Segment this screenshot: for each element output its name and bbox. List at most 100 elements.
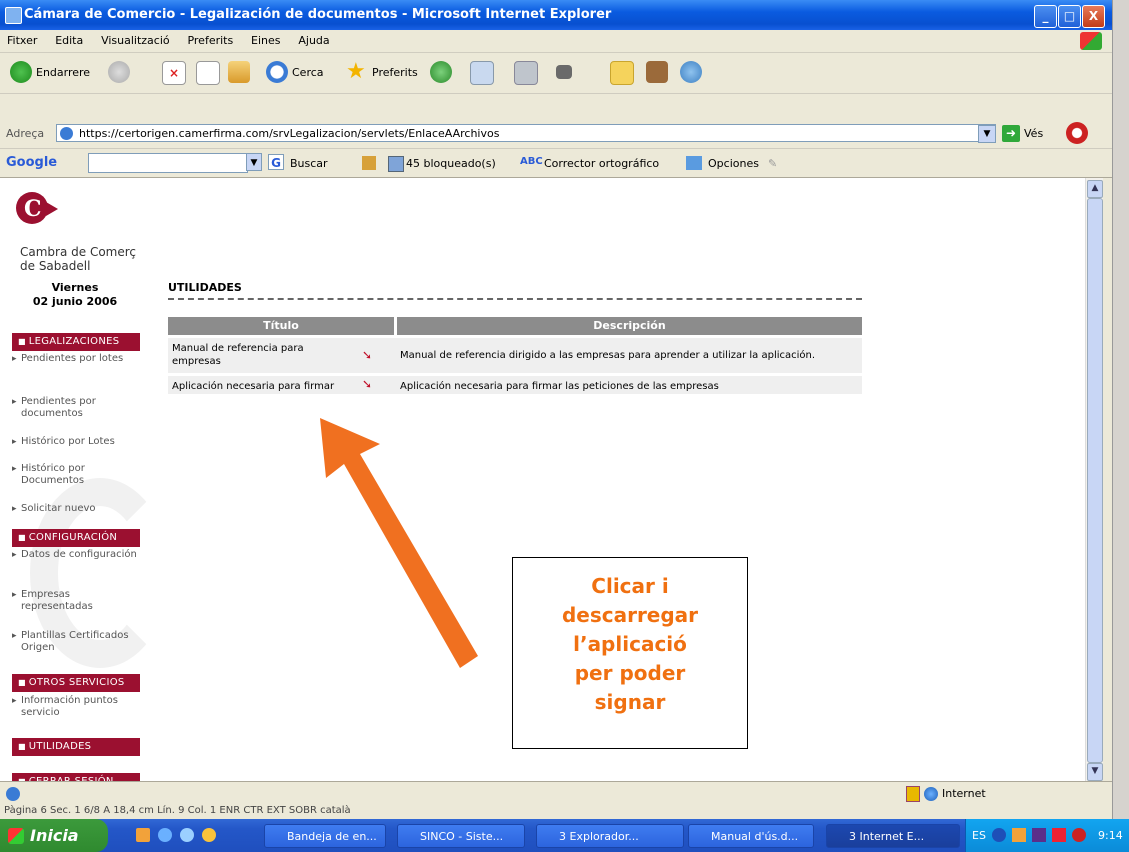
ie-window-icon[interactable]	[5, 7, 22, 24]
start-button[interactable]: Inicia	[0, 819, 108, 852]
google-search-input[interactable]	[88, 153, 248, 173]
nav-header-otros-servicios[interactable]: OTROS SERVICIOS	[12, 674, 140, 692]
tray-security-icon[interactable]	[1052, 828, 1066, 842]
back-arrow-icon[interactable]	[10, 61, 32, 83]
window-title-bar[interactable]: Cámara de Comercio - Legalización de doc…	[0, 0, 1112, 30]
start-label: Inicia	[30, 826, 79, 845]
task-internet-explorer[interactable]: 3 Internet E...	[826, 824, 960, 848]
org-name-line2: de Sabadell	[20, 259, 91, 273]
research-icon[interactable]	[646, 61, 668, 83]
spellcheck-icon[interactable]: ABC	[520, 156, 543, 167]
background-window-edge	[1112, 0, 1129, 852]
spellcheck-button[interactable]: Corrector ortográfico	[544, 157, 659, 170]
search-icon[interactable]	[266, 61, 288, 83]
nav-item-pendientes-lotes[interactable]: Pendientes por lotes	[12, 353, 142, 365]
annotation-line: Clicar i	[591, 574, 669, 598]
task-sinco[interactable]: SINCO - Siste...	[397, 824, 525, 848]
back-button-label[interactable]: Endarrere	[36, 66, 90, 79]
favorites-button-label[interactable]: Preferits	[372, 66, 418, 79]
tray-antivirus-icon[interactable]	[1032, 828, 1046, 842]
language-indicator[interactable]: ES	[972, 829, 986, 842]
google-search-button[interactable]: Buscar	[290, 157, 328, 170]
quicklaunch-media-icon[interactable]	[202, 828, 216, 842]
news-icon[interactable]	[362, 156, 376, 170]
menu-bar: Fitxer Edita Visualització Preferits Ein…	[0, 30, 1112, 53]
row-description: Aplicación necesaria para firmar las pet…	[400, 381, 719, 392]
row-title[interactable]: Manual de referencia para empresas	[172, 342, 332, 368]
history-icon[interactable]	[430, 61, 452, 83]
nav-item-pendientes-documentos[interactable]: Pendientes por documentos	[12, 396, 142, 420]
minimize-button[interactable]: _	[1034, 5, 1057, 28]
menu-eines[interactable]: Eines	[244, 30, 287, 47]
nav-item-historico-lotes[interactable]: Histórico por Lotes	[12, 436, 142, 448]
menu-preferits[interactable]: Preferits	[180, 30, 240, 47]
favorites-star-icon[interactable]: ★	[346, 61, 368, 83]
refresh-icon[interactable]	[196, 61, 220, 85]
google-search-dropdown-icon[interactable]: ▼	[246, 153, 262, 171]
address-dropdown-chevron-icon[interactable]: ▼	[978, 125, 996, 143]
edit-icon[interactable]	[556, 65, 572, 79]
nav-item-plantillas-certificados[interactable]: Plantillas Certificados Origen	[12, 630, 142, 654]
nav-item-solicitar-nuevo[interactable]: Solicitar nuevo	[12, 503, 142, 515]
quicklaunch-ie-icon[interactable]	[158, 828, 172, 842]
folder-icon[interactable]	[610, 61, 634, 85]
scroll-down-arrow-icon[interactable]: ▼	[1087, 763, 1103, 781]
page-vertical-scrollbar[interactable]: ▲ ▼	[1085, 178, 1103, 781]
menu-fitxer[interactable]: Fitxer	[0, 30, 44, 47]
acrobat-icon[interactable]	[1066, 122, 1088, 144]
menu-ajuda[interactable]: Ajuda	[291, 30, 336, 47]
menu-visualitzacio[interactable]: Visualització	[94, 30, 177, 47]
task-label: Bandeja de en...	[287, 830, 377, 843]
address-input[interactable]: https://certorigen.camerfirma.com/srvLeg…	[56, 124, 996, 142]
search-button-label[interactable]: Cerca	[292, 66, 324, 79]
nav-header-configuracion[interactable]: CONFIGURACIÓN	[12, 529, 140, 547]
annotation-line: descarregar	[561, 603, 699, 627]
annotation-line: per poder	[574, 661, 686, 685]
quicklaunch-desktop-icon[interactable]	[180, 828, 194, 842]
nav-item-datos-configuracion[interactable]: Datos de configuración	[12, 549, 142, 561]
google-g-icon[interactable]: G	[268, 154, 284, 170]
quicklaunch-outlook-icon[interactable]	[136, 828, 150, 842]
nav-header-cerrar-sesion[interactable]: CERRAR SESIÓN	[12, 773, 140, 781]
download-arrow-icon[interactable]: ➘	[362, 348, 372, 362]
task-bandeja[interactable]: Bandeja de en...	[264, 824, 386, 848]
popups-blocked-count[interactable]: 45 bloqueado(s)	[406, 157, 496, 170]
options-button[interactable]: Opciones	[708, 157, 759, 170]
highlighter-icon[interactable]: ✎	[768, 157, 777, 170]
scroll-up-arrow-icon[interactable]: ▲	[1087, 180, 1103, 198]
column-header-descripcion: Descripción	[397, 317, 862, 335]
messenger-icon[interactable]	[680, 61, 702, 83]
nav-item-empresas-representadas[interactable]: Empresas representadas	[12, 589, 142, 613]
tray-collapse-icon[interactable]	[992, 828, 1006, 842]
go-button-label[interactable]: Vés	[1024, 127, 1043, 140]
annotation-arrow	[320, 418, 478, 668]
standard-toolbar: Endarrere × Cerca ★ Preferits	[0, 53, 1112, 94]
tray-app-icon[interactable]	[1012, 828, 1026, 842]
download-arrow-icon[interactable]: ➘	[362, 377, 372, 391]
taskbar: Inicia Bandeja de en... SINCO - Siste...…	[0, 819, 1129, 852]
close-button[interactable]: X	[1082, 5, 1105, 28]
nav-header-utilidades[interactable]: UTILIDADES	[12, 738, 140, 756]
task-explorador[interactable]: 3 Explorador...	[536, 824, 684, 848]
google-logo[interactable]: Google	[6, 155, 57, 170]
go-arrow-icon[interactable]: ➜	[1002, 125, 1020, 142]
options-icon[interactable]	[686, 156, 702, 170]
popup-blocker-icon[interactable]	[388, 156, 404, 172]
word-status-text: Pàgina 6 Sec. 1 6/8 A 18,4 cm Lín. 9 Col…	[4, 805, 351, 816]
row-title[interactable]: Aplicación necesaria para firmar	[172, 380, 352, 393]
nav-header-legalizaciones[interactable]: LEGALIZACIONES	[12, 333, 140, 351]
annotation-line: l’aplicació	[573, 632, 687, 656]
mail-icon[interactable]	[470, 61, 494, 85]
forward-arrow-icon[interactable]	[108, 61, 130, 83]
task-manual[interactable]: Manual d'ús.d...	[688, 824, 814, 848]
print-icon[interactable]	[514, 61, 538, 85]
stop-icon[interactable]: ×	[162, 61, 186, 85]
tray-acrobat-icon[interactable]	[1072, 828, 1086, 842]
clock[interactable]: 9:14	[1098, 829, 1123, 842]
nav-item-historico-documentos[interactable]: Histórico por Documentos	[12, 463, 142, 487]
scrollbar-thumb[interactable]	[1087, 198, 1103, 763]
home-icon[interactable]	[228, 61, 250, 83]
maximize-button[interactable]: □	[1058, 5, 1081, 28]
menu-edita[interactable]: Edita	[48, 30, 90, 47]
nav-item-informacion-puntos[interactable]: Información puntos servicio	[12, 695, 142, 719]
